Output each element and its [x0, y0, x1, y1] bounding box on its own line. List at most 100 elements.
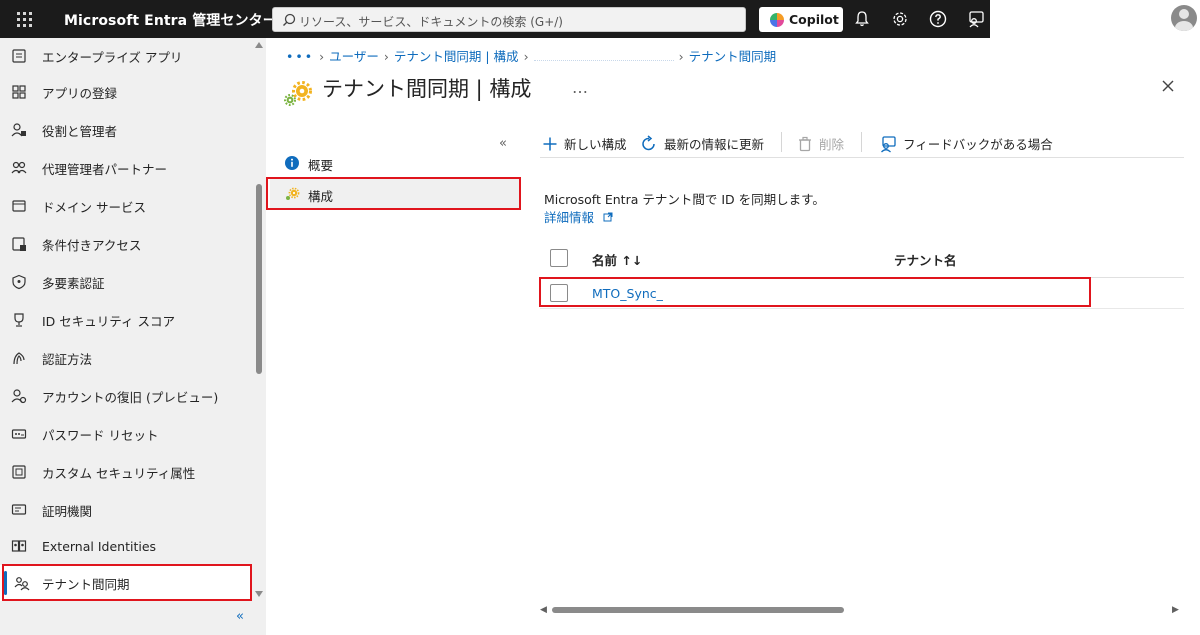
scroll-right-icon[interactable]: ▶: [1172, 605, 1179, 615]
sidebar-item-label: 多要素認証: [42, 275, 105, 291]
sidebar-item-conditional-access[interactable]: 条件付きアクセス: [0, 226, 252, 262]
sidebar-item-account-recovery[interactable]: アカウントの復旧 (プレビュー): [0, 378, 252, 414]
sidebar-item-label: パスワード リセット: [42, 427, 159, 443]
highlight-box-configuration: [266, 177, 521, 210]
refresh-button[interactable]: 最新の情報に更新: [640, 134, 764, 153]
sidebar-item-domain-services[interactable]: ドメイン サービス: [0, 188, 252, 224]
sidebar-item-app-registrations[interactable]: アプリの登録: [0, 74, 252, 110]
sidebar-item-mfa[interactable]: 多要素認証: [0, 264, 252, 300]
enterprise-apps-icon: [12, 49, 26, 63]
bell-icon[interactable]: [852, 9, 872, 29]
learn-more-link[interactable]: 詳細情報: [544, 207, 613, 226]
delegated-admin-icon: [11, 161, 27, 174]
horizontal-scrollbar[interactable]: ◀ ▶: [540, 604, 1184, 616]
new-configuration-button[interactable]: 新しい構成: [542, 134, 627, 153]
avatar[interactable]: [1171, 5, 1197, 31]
custom-attributes-icon: [12, 465, 26, 479]
domain-services-icon: [12, 200, 26, 212]
breadcrumb-separator: ›: [523, 49, 529, 64]
sidebar-item-label: 認証方法: [42, 351, 93, 367]
copilot-icon: [770, 13, 784, 27]
feedback-label: フィードバックがある場合: [903, 137, 1053, 152]
account-recovery-icon: [11, 389, 27, 404]
column-header-name[interactable]: 名前 ↑↓: [592, 250, 642, 269]
sidebar-item-label: 役割と管理者: [42, 123, 118, 139]
trophy-icon: [14, 313, 24, 327]
delete-button[interactable]: 削除: [797, 134, 844, 153]
help-icon[interactable]: [928, 9, 948, 29]
feedback-icon: [881, 135, 896, 152]
command-separator: [861, 132, 862, 152]
sidebar-item-label: アプリの登録: [42, 85, 118, 101]
info-icon: [285, 156, 299, 170]
select-all-checkbox[interactable]: [550, 249, 568, 267]
breadcrumb-sync-config[interactable]: テナント間同期 | 構成: [394, 49, 519, 64]
resource-nav-overview[interactable]: 概要: [270, 147, 520, 179]
scroll-down-icon[interactable]: [255, 591, 263, 597]
breadcrumb-cross-tenant-sync[interactable]: テナント間同期: [689, 49, 777, 64]
search-placeholder[interactable]: リソース、サービス、ドキュメントの検索 (G+/): [299, 13, 563, 30]
refresh-label: 最新の情報に更新: [664, 137, 765, 152]
sidebar-item-certificate-authorities[interactable]: 証明機関: [0, 492, 252, 528]
learn-more-label: 詳細情報: [544, 210, 595, 225]
top-bar: Microsoft Entra 管理センター リソース、サービス、ドキュメントの…: [0, 0, 990, 38]
roles-icon: [11, 123, 26, 137]
app-registrations-icon: [12, 85, 26, 99]
sidebar-item-external-identities[interactable]: External Identities: [0, 528, 252, 564]
breadcrumb-more[interactable]: •••: [286, 49, 314, 64]
breadcrumb-users[interactable]: ユーザー: [329, 49, 379, 64]
feedback-button[interactable]: フィードバックがある場合: [879, 134, 1053, 153]
breadcrumb-redacted[interactable]: [533, 60, 674, 61]
copilot-label: Copilot: [789, 12, 839, 27]
scroll-up-icon[interactable]: [255, 42, 263, 48]
breadcrumb-separator: ›: [678, 49, 684, 64]
search-box[interactable]: リソース、サービス、ドキュメントの検索 (G+/): [272, 7, 746, 32]
conditional-access-icon: [12, 237, 26, 251]
more-options-button[interactable]: …: [572, 78, 588, 97]
waffle-icon[interactable]: [14, 9, 34, 29]
sidebar-scroll-thumb[interactable]: [256, 184, 262, 374]
column-header-tenant-name[interactable]: テナント名: [894, 250, 957, 269]
sidebar-item-auth-methods[interactable]: 認証方法: [0, 340, 252, 376]
sidebar-item-label: 条件付きアクセス: [42, 237, 142, 253]
sidebar-item-label: 証明機関: [42, 503, 93, 519]
horizontal-scroll-thumb[interactable]: [552, 607, 844, 613]
page-title: テナント間同期 | 構成: [322, 77, 532, 101]
sidebar-item-label: カスタム セキュリティ属性: [42, 465, 196, 481]
copilot-button[interactable]: Copilot: [759, 7, 843, 32]
sidebar: エンタープライズ アプリ アプリの登録 役割と管理者 代理管理者パートナー ドメ…: [0, 38, 252, 635]
breadcrumb: ••• › ユーザー › テナント間同期 | 構成 › › テナント間同期: [286, 46, 776, 65]
close-icon[interactable]: [1160, 78, 1176, 94]
certificate-icon: [11, 504, 27, 515]
app-title[interactable]: Microsoft Entra 管理センター: [64, 10, 277, 30]
sidebar-item-label: アカウントの復旧 (プレビュー): [42, 389, 219, 405]
command-bar: 新しい構成 最新の情報に更新 削除 フィードバックがある場合: [540, 128, 1184, 158]
breadcrumb-separator: ›: [383, 49, 389, 64]
feedback-icon[interactable]: [966, 9, 986, 29]
add-icon: [543, 137, 557, 150]
sidebar-collapse-button[interactable]: «: [236, 609, 244, 624]
gear-icon[interactable]: [890, 9, 910, 29]
password-reset-icon: [11, 429, 27, 439]
sidebar-item-label: ID セキュリティ スコア: [42, 313, 176, 329]
sidebar-item-label: エンタープライズ アプリ: [42, 49, 183, 65]
sidebar-item-id-secure-score[interactable]: ID セキュリティ スコア: [0, 302, 252, 338]
resource-nav-label: 概要: [308, 158, 334, 173]
auth-methods-icon: [13, 352, 25, 365]
account-area: [990, 0, 1200, 38]
scroll-left-icon[interactable]: ◀: [540, 605, 547, 615]
highlight-box-sidebar: [2, 564, 252, 601]
sidebar-item-label: 代理管理者パートナー: [42, 161, 168, 177]
mfa-icon: [12, 274, 26, 290]
sidebar-item-enterprise-apps[interactable]: エンタープライズ アプリ: [0, 38, 252, 74]
sidebar-item-password-reset[interactable]: パスワード リセット: [0, 416, 252, 452]
sidebar-item-custom-security-attributes[interactable]: カスタム セキュリティ属性: [0, 454, 252, 490]
configuration-gear-icon: [284, 81, 312, 106]
breadcrumb-separator: ›: [319, 49, 325, 64]
sidebar-item-delegated-admin[interactable]: 代理管理者パートナー: [0, 150, 252, 186]
external-identities-icon: [11, 540, 27, 552]
external-link-icon: [603, 212, 613, 222]
sidebar-item-label: ドメイン サービス: [42, 199, 146, 215]
command-separator: [781, 132, 782, 152]
sidebar-item-roles[interactable]: 役割と管理者: [0, 112, 252, 148]
